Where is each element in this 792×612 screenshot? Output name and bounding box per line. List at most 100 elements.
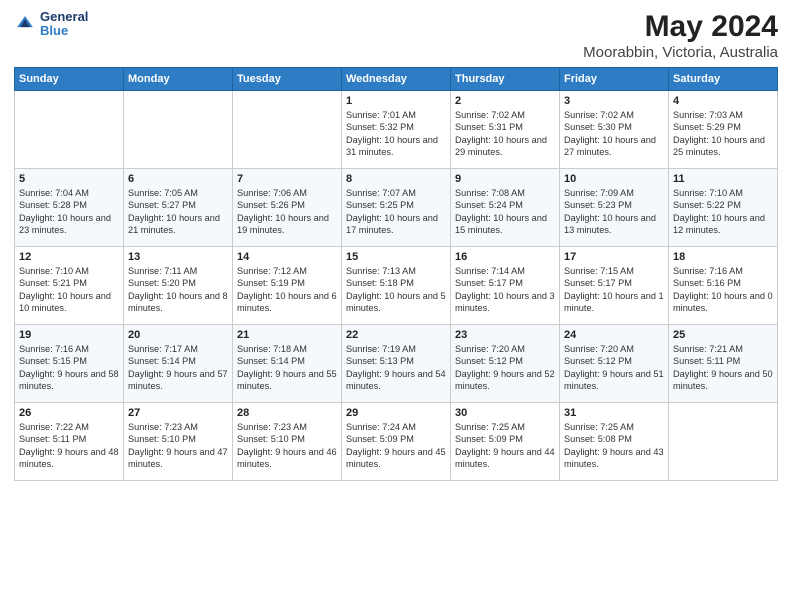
- day-cell: 22 Sunrise: 7:19 AM Sunset: 5:13 PM Dayli…: [342, 325, 451, 403]
- day-info: Sunrise: 7:06 AM Sunset: 5:26 PM Dayligh…: [237, 187, 337, 237]
- week-row-2: 12 Sunrise: 7:10 AM Sunset: 5:21 PM Dayli…: [15, 247, 778, 325]
- day-cell: 15 Sunrise: 7:13 AM Sunset: 5:18 PM Dayli…: [342, 247, 451, 325]
- day-number: 28: [237, 407, 337, 419]
- day-cell: 27 Sunrise: 7:23 AM Sunset: 5:10 PM Dayli…: [124, 403, 233, 481]
- weekday-sunday: Sunday: [15, 68, 124, 91]
- day-info: Sunrise: 7:10 AM Sunset: 5:22 PM Dayligh…: [673, 187, 773, 237]
- day-number: 21: [237, 329, 337, 341]
- logo-line1: General: [40, 10, 88, 24]
- day-info: Sunrise: 7:08 AM Sunset: 5:24 PM Dayligh…: [455, 187, 555, 237]
- day-info: Sunrise: 7:19 AM Sunset: 5:13 PM Dayligh…: [346, 343, 446, 393]
- week-row-1: 5 Sunrise: 7:04 AM Sunset: 5:28 PM Daylig…: [15, 169, 778, 247]
- day-number: 13: [128, 251, 228, 263]
- day-info: Sunrise: 7:11 AM Sunset: 5:20 PM Dayligh…: [128, 265, 228, 315]
- day-info: Sunrise: 7:22 AM Sunset: 5:11 PM Dayligh…: [19, 421, 119, 471]
- day-cell: 3Sunrise: 7:02 AM Sunset: 5:30 PM Daylig…: [560, 91, 669, 169]
- day-number: 1: [346, 95, 446, 107]
- calendar-title: May 2024: [583, 10, 778, 44]
- day-number: 18: [673, 251, 773, 263]
- calendar-subtitle: Moorabbin, Victoria, Australia: [583, 44, 778, 61]
- day-cell: 18 Sunrise: 7:16 AM Sunset: 5:16 PM Dayli…: [669, 247, 778, 325]
- day-cell: 23 Sunrise: 7:20 AM Sunset: 5:12 PM Dayli…: [451, 325, 560, 403]
- day-number: 9: [455, 173, 555, 185]
- day-number: 7: [237, 173, 337, 185]
- day-cell: 28 Sunrise: 7:23 AM Sunset: 5:10 PM Dayli…: [233, 403, 342, 481]
- week-row-3: 19 Sunrise: 7:16 AM Sunset: 5:15 PM Dayli…: [15, 325, 778, 403]
- day-number: 30: [455, 407, 555, 419]
- day-cell: 10Sunrise: 7:09 AM Sunset: 5:23 PM Dayli…: [560, 169, 669, 247]
- day-info: Sunrise: 7:13 AM Sunset: 5:18 PM Dayligh…: [346, 265, 446, 315]
- day-number: 20: [128, 329, 228, 341]
- day-info: Sunrise: 7:14 AM Sunset: 5:17 PM Dayligh…: [455, 265, 555, 315]
- day-info: Sunrise: 7:16 AM Sunset: 5:16 PM Dayligh…: [673, 265, 773, 315]
- day-info: Sunrise: 7:20 AM Sunset: 5:12 PM Dayligh…: [455, 343, 555, 393]
- day-cell: 1Sunrise: 7:01 AM Sunset: 5:32 PM Daylig…: [342, 91, 451, 169]
- day-info: Sunrise: 7:02 AM Sunset: 5:31 PM Dayligh…: [455, 109, 555, 159]
- day-number: 2: [455, 95, 555, 107]
- day-info: Sunrise: 7:18 AM Sunset: 5:14 PM Dayligh…: [237, 343, 337, 393]
- weekday-monday: Monday: [124, 68, 233, 91]
- title-block: May 2024 Moorabbin, Victoria, Australia: [583, 10, 778, 61]
- weekday-wednesday: Wednesday: [342, 68, 451, 91]
- weekday-friday: Friday: [560, 68, 669, 91]
- logo-line2: Blue: [40, 24, 88, 38]
- weekday-header-row: SundayMondayTuesdayWednesdayThursdayFrid…: [15, 68, 778, 91]
- day-info: Sunrise: 7:23 AM Sunset: 5:10 PM Dayligh…: [237, 421, 337, 471]
- day-number: 15: [346, 251, 446, 263]
- day-info: Sunrise: 7:16 AM Sunset: 5:15 PM Dayligh…: [19, 343, 119, 393]
- calendar-table: SundayMondayTuesdayWednesdayThursdayFrid…: [14, 67, 778, 481]
- day-info: Sunrise: 7:10 AM Sunset: 5:21 PM Dayligh…: [19, 265, 119, 315]
- weekday-saturday: Saturday: [669, 68, 778, 91]
- day-number: 31: [564, 407, 664, 419]
- day-number: 24: [564, 329, 664, 341]
- day-cell: 24 Sunrise: 7:20 AM Sunset: 5:12 PM Dayli…: [560, 325, 669, 403]
- day-cell: 19 Sunrise: 7:16 AM Sunset: 5:15 PM Dayli…: [15, 325, 124, 403]
- day-info: Sunrise: 7:04 AM Sunset: 5:28 PM Dayligh…: [19, 187, 119, 237]
- day-number: 6: [128, 173, 228, 185]
- day-cell: 11Sunrise: 7:10 AM Sunset: 5:22 PM Dayli…: [669, 169, 778, 247]
- day-cell: [15, 91, 124, 169]
- day-number: 29: [346, 407, 446, 419]
- day-cell: 6Sunrise: 7:05 AM Sunset: 5:27 PM Daylig…: [124, 169, 233, 247]
- day-cell: 30Sunrise: 7:25 AM Sunset: 5:09 PM Dayli…: [451, 403, 560, 481]
- day-info: Sunrise: 7:17 AM Sunset: 5:14 PM Dayligh…: [128, 343, 228, 393]
- day-number: 14: [237, 251, 337, 263]
- day-number: 27: [128, 407, 228, 419]
- day-cell: 2 Sunrise: 7:02 AM Sunset: 5:31 PM Daylig…: [451, 91, 560, 169]
- day-cell: 17 Sunrise: 7:15 AM Sunset: 5:17 PM Dayli…: [560, 247, 669, 325]
- day-number: 5: [19, 173, 119, 185]
- day-number: 16: [455, 251, 555, 263]
- day-info: Sunrise: 7:12 AM Sunset: 5:19 PM Dayligh…: [237, 265, 337, 315]
- day-info: Sunrise: 7:03 AM Sunset: 5:29 PM Dayligh…: [673, 109, 773, 159]
- day-number: 4: [673, 95, 773, 107]
- day-info: Sunrise: 7:07 AM Sunset: 5:25 PM Dayligh…: [346, 187, 446, 237]
- day-cell: 12 Sunrise: 7:10 AM Sunset: 5:21 PM Dayli…: [15, 247, 124, 325]
- day-number: 19: [19, 329, 119, 341]
- weekday-tuesday: Tuesday: [233, 68, 342, 91]
- day-info: Sunrise: 7:21 AM Sunset: 5:11 PM Dayligh…: [673, 343, 773, 393]
- day-number: 12: [19, 251, 119, 263]
- day-number: 26: [19, 407, 119, 419]
- day-info: Sunrise: 7:20 AM Sunset: 5:12 PM Dayligh…: [564, 343, 664, 393]
- day-info: Sunrise: 7:15 AM Sunset: 5:17 PM Dayligh…: [564, 265, 664, 315]
- day-info: Sunrise: 7:23 AM Sunset: 5:10 PM Dayligh…: [128, 421, 228, 471]
- day-cell: [669, 403, 778, 481]
- day-cell: 5 Sunrise: 7:04 AM Sunset: 5:28 PM Daylig…: [15, 169, 124, 247]
- day-cell: 7 Sunrise: 7:06 AM Sunset: 5:26 PM Daylig…: [233, 169, 342, 247]
- logo-text: General Blue: [40, 10, 88, 39]
- day-number: 17: [564, 251, 664, 263]
- week-row-4: 26 Sunrise: 7:22 AM Sunset: 5:11 PM Dayli…: [15, 403, 778, 481]
- day-cell: 21 Sunrise: 7:18 AM Sunset: 5:14 PM Dayli…: [233, 325, 342, 403]
- header: General Blue May 2024 Moorabbin, Victori…: [14, 10, 778, 61]
- day-number: 10: [564, 173, 664, 185]
- day-cell: 16 Sunrise: 7:14 AM Sunset: 5:17 PM Dayli…: [451, 247, 560, 325]
- day-cell: 26 Sunrise: 7:22 AM Sunset: 5:11 PM Dayli…: [15, 403, 124, 481]
- day-number: 23: [455, 329, 555, 341]
- day-cell: 31Sunrise: 7:25 AM Sunset: 5:08 PM Dayli…: [560, 403, 669, 481]
- weekday-thursday: Thursday: [451, 68, 560, 91]
- day-cell: 9 Sunrise: 7:08 AM Sunset: 5:24 PM Daylig…: [451, 169, 560, 247]
- day-number: 22: [346, 329, 446, 341]
- logo: General Blue: [14, 10, 88, 39]
- day-cell: 13 Sunrise: 7:11 AM Sunset: 5:20 PM Dayli…: [124, 247, 233, 325]
- day-cell: 14 Sunrise: 7:12 AM Sunset: 5:19 PM Dayli…: [233, 247, 342, 325]
